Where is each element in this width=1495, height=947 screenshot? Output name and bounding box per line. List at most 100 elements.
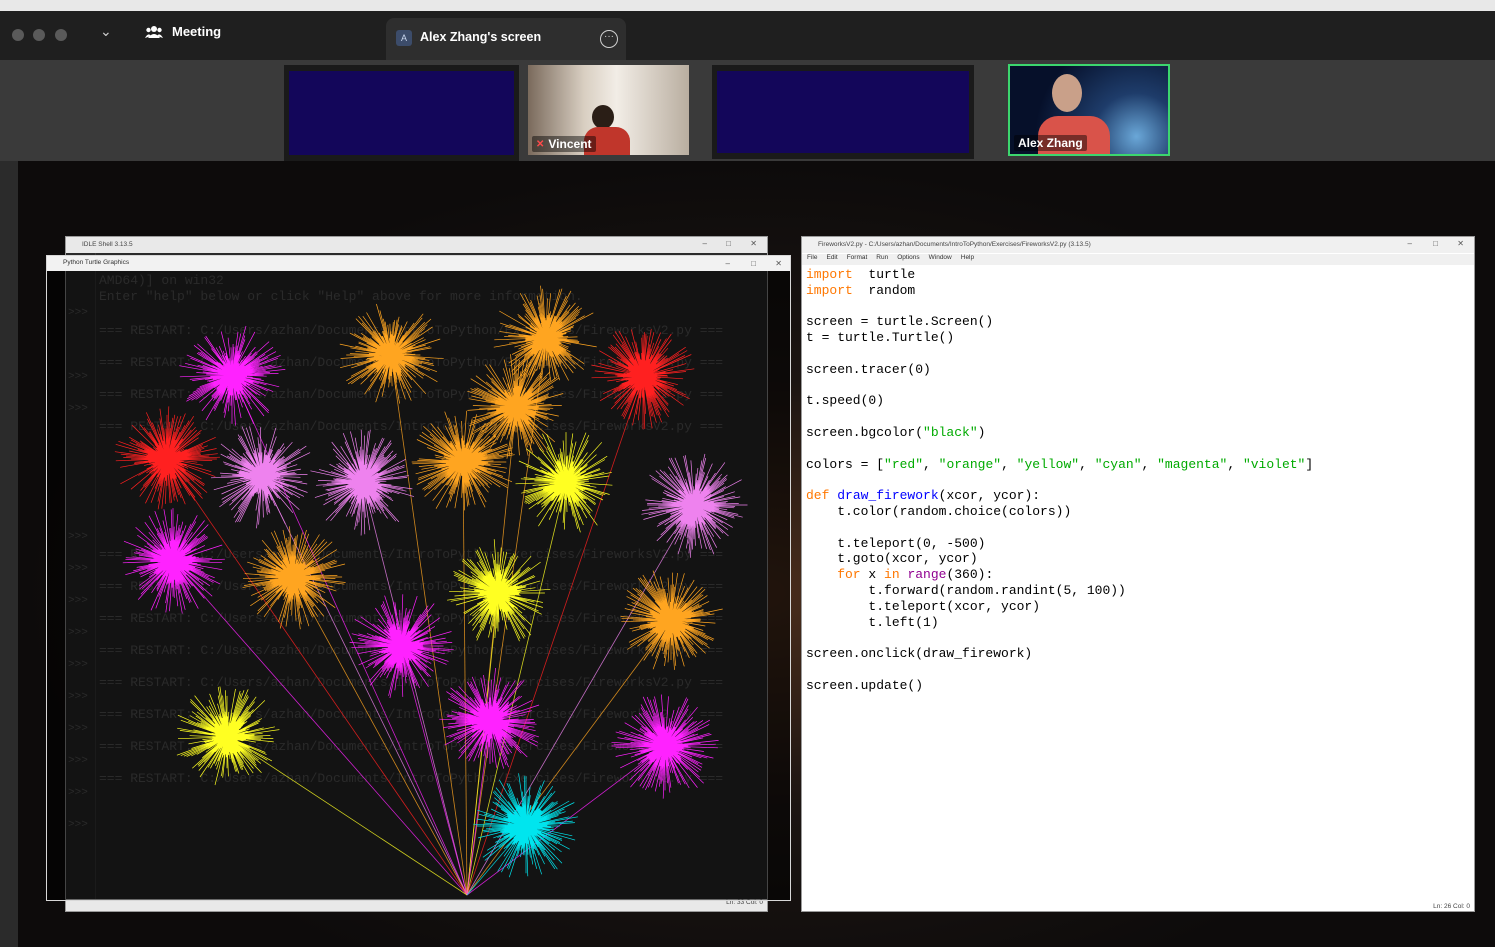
menu-item-options[interactable]: Options — [897, 254, 919, 265]
menu-item-edit[interactable]: Edit — [826, 254, 837, 265]
minimize-icon[interactable]: – — [703, 239, 707, 248]
minimize-icon[interactable]: – — [1408, 239, 1412, 248]
menu-item-help[interactable]: Help — [961, 254, 974, 265]
code-token: random — [852, 282, 916, 298]
code-line: screen.update() — [806, 678, 1464, 694]
firework-trail — [466, 745, 666, 896]
code-line: t.forward(random.randint(5, 100)) — [806, 583, 1464, 599]
firework-rays — [339, 303, 444, 404]
code-line: t.speed(0) — [806, 393, 1464, 409]
firework-burst — [349, 594, 468, 896]
avatar: A — [396, 30, 412, 46]
firework-rays — [515, 432, 613, 533]
code-token: , — [1141, 456, 1158, 472]
code-token: t.goto(xcor, ycor) — [806, 551, 978, 567]
menu-item-window[interactable]: Window — [929, 254, 952, 265]
code-token: screen.bgcolor( — [806, 424, 924, 440]
menu-item-format[interactable]: Format — [847, 254, 868, 265]
participant-name: Alex Zhang — [1014, 135, 1087, 151]
firework-rays — [641, 453, 748, 558]
tab-title: Alex Zhang's screen — [420, 30, 542, 44]
code-token: ] — [1305, 456, 1314, 472]
video-tile-blank-1[interactable] — [284, 65, 519, 161]
code-line: import random — [806, 283, 1464, 299]
close-icon[interactable]: ✕ — [750, 239, 757, 248]
firework-burst — [176, 686, 468, 896]
code-token: "orange" — [938, 456, 1002, 472]
code-token: t.color(random.choice(colors)) — [806, 503, 1072, 519]
code-line: t.teleport(xcor, ycor) — [806, 599, 1464, 615]
code-token: t.teleport(0, -500) — [806, 535, 986, 551]
close-icon[interactable]: ✕ — [775, 259, 782, 268]
mic-off-icon: ✕ — [536, 138, 545, 150]
firework-trail — [231, 374, 468, 896]
close-window-icon[interactable] — [12, 29, 24, 41]
firework-rays — [176, 686, 280, 786]
code-token: colors = [ — [806, 456, 885, 472]
code-line: screen.tracer(0) — [806, 362, 1464, 378]
code-line: t.left(1) — [806, 615, 1464, 631]
firework-burst — [339, 303, 468, 896]
video-tile-alex-zhang[interactable]: Alex Zhang — [1008, 64, 1170, 156]
status-bar: Ln: 26 Col: 0 — [1433, 903, 1470, 910]
code-token: x — [860, 567, 885, 583]
window-title: Python Turtle Graphics — [47, 256, 790, 271]
firework-rays — [473, 773, 578, 878]
code-token: , — [923, 456, 939, 472]
code-line: colors = ["red", "orange", "yellow", "cy… — [806, 457, 1464, 473]
maximize-icon[interactable]: □ — [1433, 239, 1438, 248]
maximize-icon[interactable]: □ — [751, 259, 756, 268]
menu-item-run[interactable]: Run — [876, 254, 888, 265]
people-icon — [145, 25, 163, 38]
code-token: import — [806, 267, 853, 282]
menu-item-file[interactable]: File — [807, 254, 817, 265]
code-line: screen = turtle.Screen() — [806, 314, 1464, 330]
code-line: def draw_firework(xcor, ycor): — [806, 488, 1464, 504]
zoom-window-icon[interactable] — [55, 29, 67, 41]
code-line: for x in range(360): — [806, 567, 1464, 583]
firework-rays — [620, 570, 723, 670]
code-token: draw_firework — [837, 488, 939, 504]
editor-window[interactable]: FireworksV2.py - C:/Users/azhan/Document… — [801, 236, 1475, 912]
zoom-window: ⌄ Meeting A Alex Zhang's screen ··· ✕ Vi… — [0, 0, 1495, 947]
code-token: t.teleport(xcor, ycor) — [806, 598, 1041, 614]
video-tile-vincent[interactable]: ✕ Vincent — [528, 65, 689, 155]
video-tile-blank-2[interactable] — [712, 65, 974, 159]
code-editor[interactable]: import turtle import random screen = turtl… — [806, 267, 1464, 897]
firework-rays — [447, 539, 551, 642]
code-token: screen = turtle.Screen() — [806, 314, 994, 330]
chevron-down-icon[interactable]: ⌄ — [100, 23, 112, 40]
code-line: t.goto(xcor, ycor) — [806, 551, 1464, 567]
code-line: screen.onclick(draw_firework) — [806, 646, 1464, 662]
turtle-graphics-window[interactable]: Python Turtle Graphics – □ ✕ — [46, 255, 791, 901]
code-token: "yellow" — [1016, 456, 1080, 472]
code-token: in — [884, 567, 900, 583]
code-line: import turtle — [806, 267, 1464, 283]
firework-rays — [210, 426, 311, 529]
maximize-icon[interactable]: □ — [726, 239, 731, 248]
firework-rays — [349, 594, 454, 699]
firework-burst — [242, 526, 468, 896]
firework-rays — [114, 406, 221, 510]
code-token: def — [806, 488, 830, 504]
scrollbar[interactable] — [1466, 267, 1472, 897]
code-token: , — [1079, 456, 1095, 472]
close-icon[interactable]: ✕ — [1457, 239, 1464, 248]
code-token: t.left(1) — [806, 614, 939, 630]
minimize-icon[interactable]: – — [726, 259, 730, 268]
tab-shared-screen[interactable]: A Alex Zhang's screen ··· — [386, 18, 626, 60]
window-title: IDLE Shell 3.13.5 — [82, 241, 133, 248]
minimize-window-icon[interactable] — [33, 29, 45, 41]
code-token: "violet" — [1242, 456, 1306, 472]
firework-trail — [292, 576, 468, 896]
turtle-canvas[interactable] — [47, 271, 789, 900]
more-icon[interactable]: ··· — [600, 30, 618, 48]
firework-burst — [466, 773, 578, 896]
meeting-tab[interactable]: Meeting — [145, 24, 221, 39]
